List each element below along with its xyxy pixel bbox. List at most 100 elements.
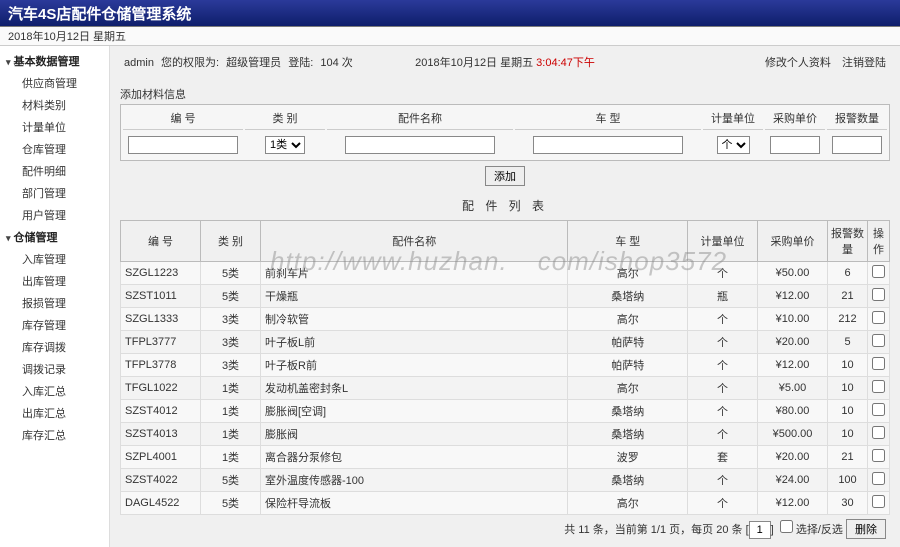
table-row: TFGL10221类发动机盖密封条L高尔个¥5.0010 [121, 377, 890, 400]
sidebar-item-g1-6[interactable]: 用户管理 [0, 204, 109, 226]
sidebar-item-g2-5[interactable]: 调拨记录 [0, 358, 109, 380]
cell-alert: 212 [828, 308, 868, 331]
link-logout[interactable]: 注销登陆 [842, 57, 886, 69]
cell-model: 帕萨特 [568, 354, 688, 377]
h-unit: 计量单位 [703, 107, 763, 130]
table-row: SZPL40011类离合器分泵修包波罗套¥20.0021 [121, 446, 890, 469]
link-edit-profile[interactable]: 修改个人资料 [765, 57, 831, 69]
h-alert: 报警数量 [827, 107, 887, 130]
pager: 共 11 条，当前第 1/1 页，每页 20 条 [] 选择/反选 删除 [120, 515, 890, 543]
sidebar-item-g1-1[interactable]: 材料类别 [0, 94, 109, 116]
sidebar-item-g2-1[interactable]: 出库管理 [0, 270, 109, 292]
date-bar: 2018年10月12日 星期五 [0, 26, 900, 46]
row-checkbox[interactable] [872, 449, 885, 462]
select-all-label: 选择/反选 [796, 524, 843, 536]
cell-cat: 3类 [201, 308, 261, 331]
cat-select[interactable]: 1类 [265, 136, 305, 154]
parts-table: 编 号 类 别 配件名称 车 型 计量单位 采购单价 报警数量 操作 SZGL1… [120, 220, 890, 515]
th-price: 采购单价 [758, 221, 828, 262]
h-code: 编 号 [123, 107, 243, 130]
sidebar-item-g1-0[interactable]: 供应商管理 [0, 72, 109, 94]
sidebar-item-g2-7[interactable]: 出库汇总 [0, 402, 109, 424]
sidebar-item-g2-4[interactable]: 库存调拨 [0, 336, 109, 358]
cell-code: SZST4013 [121, 423, 201, 446]
sidebar-item-g1-2[interactable]: 计量单位 [0, 116, 109, 138]
cell-name: 干燥瓶 [261, 285, 568, 308]
sidebar-item-g2-0[interactable]: 入库管理 [0, 248, 109, 270]
row-checkbox[interactable] [872, 472, 885, 485]
cell-price: ¥10.00 [758, 308, 828, 331]
model-input[interactable] [533, 136, 683, 154]
row-checkbox[interactable] [872, 380, 885, 393]
cell-unit: 个 [688, 331, 758, 354]
cell-cat: 1类 [201, 377, 261, 400]
alert-input[interactable] [832, 136, 882, 154]
table-row: SZST40225类室外温度传感器-100桑塔纳个¥24.00100 [121, 469, 890, 492]
cell-price: ¥24.00 [758, 469, 828, 492]
cell-name: 保险杆导流板 [261, 492, 568, 515]
row-checkbox[interactable] [872, 426, 885, 439]
row-checkbox[interactable] [872, 357, 885, 370]
cell-code: TFPL3778 [121, 354, 201, 377]
row-checkbox[interactable] [872, 403, 885, 416]
cell-price: ¥50.00 [758, 262, 828, 285]
sidebar-item-g1-4[interactable]: 配件明细 [0, 160, 109, 182]
row-checkbox[interactable] [872, 334, 885, 347]
row-checkbox[interactable] [872, 288, 885, 301]
table-row: SZST10115类干燥瓶桑塔纳瓶¥12.0021 [121, 285, 890, 308]
delete-button[interactable]: 删除 [846, 519, 886, 539]
price-input[interactable] [770, 136, 820, 154]
unit-select[interactable]: 个 [717, 136, 750, 154]
cell-alert: 100 [828, 469, 868, 492]
sidebar-item-g2-6[interactable]: 入库汇总 [0, 380, 109, 402]
code-input[interactable] [128, 136, 238, 154]
date-text: 2018年10月12日 星期五 [8, 28, 126, 44]
cell-cat: 5类 [201, 262, 261, 285]
add-button[interactable]: 添加 [485, 166, 525, 186]
sidebar-item-g1-5[interactable]: 部门管理 [0, 182, 109, 204]
user-info: admin 您的权限为: 超级管理员 登陆: 104 次 [124, 54, 357, 70]
cell-code: DAGL4522 [121, 492, 201, 515]
row-checkbox[interactable] [872, 265, 885, 278]
cell-alert: 5 [828, 331, 868, 354]
pager-page-input[interactable] [749, 521, 771, 539]
sidebar-item-g1-3[interactable]: 仓库管理 [0, 138, 109, 160]
th-model: 车 型 [568, 221, 688, 262]
pager-text: 共 11 条，当前第 1/1 页，每页 20 条 [564, 524, 742, 536]
cell-name: 膨胀阀[空调] [261, 400, 568, 423]
select-all-checkbox[interactable] [780, 520, 793, 533]
sidebar-item-g2-2[interactable]: 报损管理 [0, 292, 109, 314]
cell-name: 制冷软管 [261, 308, 568, 331]
cell-unit: 个 [688, 492, 758, 515]
cell-unit: 套 [688, 446, 758, 469]
cell-name: 叶子板R前 [261, 354, 568, 377]
sidebar-item-g2-8[interactable]: 库存汇总 [0, 424, 109, 446]
cell-cat: 1类 [201, 446, 261, 469]
name-input[interactable] [345, 136, 495, 154]
list-title: 配 件 列 表 [120, 191, 890, 220]
cell-model: 帕萨特 [568, 331, 688, 354]
row-checkbox[interactable] [872, 311, 885, 324]
cell-price: ¥12.00 [758, 285, 828, 308]
cell-cat: 3类 [201, 354, 261, 377]
tree-group-basic[interactable]: 基本数据管理 [0, 50, 109, 72]
cell-alert: 10 [828, 354, 868, 377]
app-title-bar: 汽车4S店配件仓储管理系统 [0, 0, 900, 26]
cell-code: SZST1011 [121, 285, 201, 308]
cell-model: 高尔 [568, 377, 688, 400]
cell-model: 高尔 [568, 308, 688, 331]
cell-alert: 10 [828, 423, 868, 446]
cell-model: 高尔 [568, 262, 688, 285]
th-name: 配件名称 [261, 221, 568, 262]
cell-alert: 10 [828, 377, 868, 400]
cell-alert: 6 [828, 262, 868, 285]
cell-cat: 5类 [201, 285, 261, 308]
cell-code: SZST4022 [121, 469, 201, 492]
th-code: 编 号 [121, 221, 201, 262]
tree-group-storage[interactable]: 仓储管理 [0, 226, 109, 248]
row-checkbox[interactable] [872, 495, 885, 508]
table-row: SZGL12235类前刹车片高尔个¥50.006 [121, 262, 890, 285]
cell-code: SZGL1333 [121, 308, 201, 331]
cell-name: 发动机盖密封条L [261, 377, 568, 400]
sidebar-item-g2-3[interactable]: 库存管理 [0, 314, 109, 336]
